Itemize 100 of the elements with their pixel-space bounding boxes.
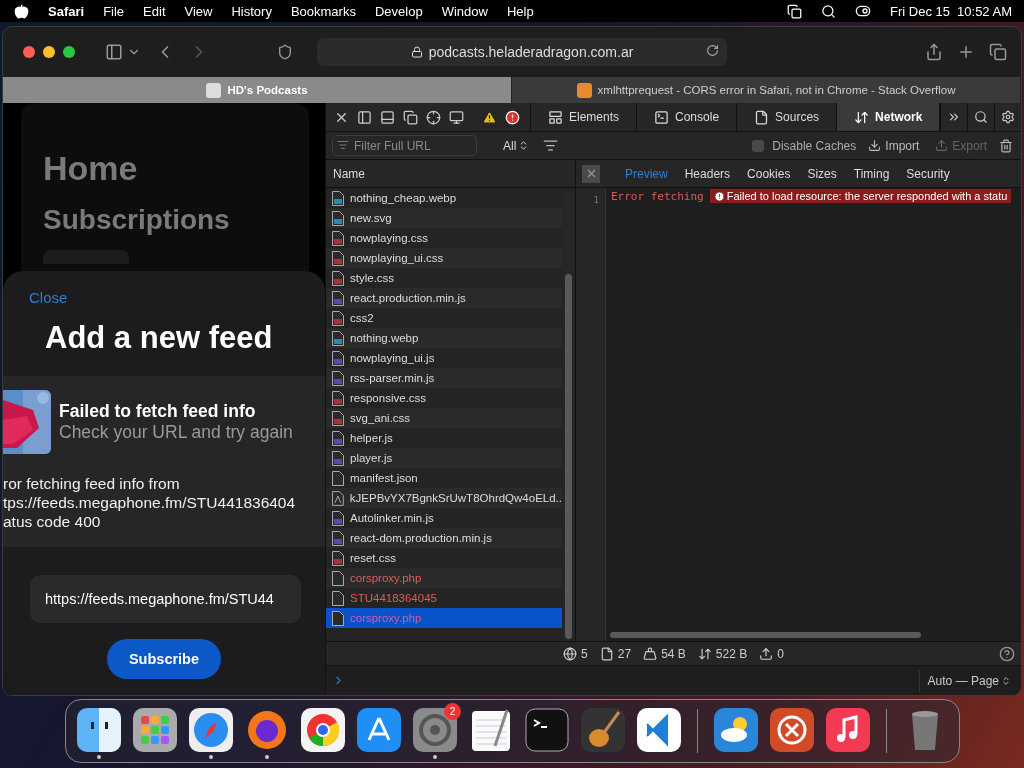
file-icon <box>332 470 344 486</box>
menu-item[interactable]: Edit <box>143 3 166 19</box>
windows-icon[interactable] <box>787 3 803 19</box>
grid-icon[interactable] <box>133 707 177 752</box>
menu-time[interactable]: 10:52 AM <box>957 3 1012 19</box>
warning-icon[interactable] <box>482 109 497 125</box>
menu-item[interactable]: Help <box>506 3 534 19</box>
updown-icon <box>1001 675 1011 686</box>
dock-bottom-icon[interactable] <box>380 109 395 125</box>
transferred-size: 54 B <box>661 646 686 661</box>
resource-row[interactable]: rss-parser.min.js <box>326 368 562 388</box>
search-icon[interactable] <box>974 110 989 124</box>
import-button[interactable]: Import <box>864 138 924 153</box>
new-tab-icon[interactable] <box>957 43 975 61</box>
menu-item[interactable]: Safari <box>48 3 85 19</box>
error-icon[interactable] <box>505 109 520 125</box>
split-face-icon[interactable] <box>77 707 121 752</box>
detail-tab[interactable]: Sizes <box>807 166 837 181</box>
detail-tab[interactable]: Headers <box>684 166 731 181</box>
address-text: podcasts.heladeradragon.com.ar <box>428 44 634 60</box>
detail-tab[interactable]: Security <box>906 166 950 181</box>
resource-row[interactable]: svg_ani.css <box>326 408 562 428</box>
image-file-icon <box>332 210 344 226</box>
ring-icon[interactable] <box>301 707 345 752</box>
scrollbar-thumb[interactable] <box>610 632 921 638</box>
url-field[interactable]: https://feeds.megaphone.fm/STU44 <box>30 575 301 623</box>
close-link[interactable]: Close <box>29 289 325 306</box>
resource-row[interactable]: new.svg <box>326 208 562 228</box>
menu-item[interactable]: View <box>184 3 213 19</box>
filter-field[interactable]: Filter Full URL <box>332 135 477 156</box>
search-icon[interactable] <box>821 3 837 19</box>
detail-tab[interactable]: Cookies <box>747 166 791 181</box>
trash-icon[interactable] <box>999 138 1013 153</box>
crosshair-icon[interactable] <box>426 109 441 125</box>
terminal-icon[interactable] <box>525 707 569 752</box>
menu-date[interactable]: Fri Dec 15 <box>890 3 951 19</box>
resource-row[interactable]: corsproxy.php <box>326 568 562 588</box>
menu-item[interactable]: Window <box>441 3 488 19</box>
resource-row[interactable]: nowplaying_ui.css <box>326 248 562 268</box>
checkbox[interactable] <box>752 139 765 152</box>
resource-row[interactable]: kJEPBvYX7BgnkSrUwT8OhrdQw4oELd.. <box>326 488 562 508</box>
resource-row[interactable]: react-dom.production.min.js <box>326 528 562 548</box>
section-heading: Subscriptions <box>43 204 231 236</box>
menu-item[interactable]: Develop <box>374 3 423 19</box>
context-select[interactable]: Auto — Page <box>918 669 1015 692</box>
menu-item[interactable]: Bookmarks <box>290 3 356 19</box>
menu-item[interactable]: History <box>231 3 272 19</box>
apple-icon[interactable] <box>14 3 29 19</box>
devtools-tab[interactable]: Console <box>637 103 738 131</box>
file-name: rss-parser.min.js <box>350 372 435 384</box>
cloud-icon[interactable] <box>714 707 758 752</box>
notepad-icon[interactable] <box>469 707 513 752</box>
filter-options-icon[interactable] <box>543 138 559 153</box>
file-name: nothing_cheap.webp <box>350 192 457 204</box>
scrollbar-thumb[interactable] <box>565 274 572 639</box>
zoom-button[interactable] <box>63 46 75 58</box>
address-field[interactable]: podcasts.heladeradragon.com.ar <box>317 38 727 66</box>
devtools-tab[interactable]: Elements <box>531 103 638 131</box>
ribbon-icon[interactable] <box>637 707 681 752</box>
gear-icon[interactable] <box>413 707 457 752</box>
code-text: Error fetching <box>611 189 704 203</box>
reload-icon[interactable] <box>706 44 719 57</box>
share-icon[interactable] <box>925 43 943 61</box>
shield-icon[interactable] <box>277 44 293 60</box>
line-number: 1 <box>593 195 599 205</box>
music-note-icon[interactable] <box>826 707 870 752</box>
guitar-icon[interactable] <box>581 707 625 752</box>
menu-item[interactable]: File <box>103 3 125 19</box>
settings-icon[interactable] <box>1001 110 1016 124</box>
minimize-button[interactable] <box>43 46 55 58</box>
download-icon <box>868 139 882 152</box>
file-name: nowplaying_ui.js <box>350 352 435 364</box>
control-center-icon[interactable] <box>855 3 872 19</box>
resource-row[interactable]: player.js <box>326 448 562 468</box>
detail-tab[interactable]: Preview <box>625 166 668 181</box>
close-button[interactable] <box>23 46 35 58</box>
detail-tab[interactable]: Timing <box>853 166 890 181</box>
resource-size: 522 B <box>715 646 748 661</box>
sheet-title: Add a new feed <box>45 320 274 356</box>
file-name: style.css <box>350 272 395 284</box>
detach-icon[interactable] <box>403 109 418 125</box>
domain-count: 5 <box>581 646 588 661</box>
sidebar-icon[interactable] <box>105 43 123 61</box>
notification-badge: 2 <box>444 703 461 720</box>
monitor-icon[interactable] <box>449 109 464 125</box>
file-icon <box>332 590 344 606</box>
css-file-icon <box>332 550 344 566</box>
font-file-icon <box>332 490 344 506</box>
type-select[interactable]: All <box>497 137 536 154</box>
file-name: kJEPBvYX7BgnkSrUwT8OhrdQw4oELd.. <box>349 492 562 504</box>
compass-icon[interactable] <box>189 707 233 752</box>
resource-row[interactable]: nothing.webp <box>326 328 562 348</box>
dock-side-icon[interactable] <box>357 109 372 125</box>
subscribe-button[interactable]: Subscribe <box>107 639 221 679</box>
tabs-overview-icon[interactable] <box>989 43 1007 61</box>
resource-row[interactable]: react.production.min.js <box>326 288 562 308</box>
devtools-tab[interactable]: Network <box>837 103 941 131</box>
file-name: react.production.min.js <box>350 292 466 304</box>
close-detail-button[interactable] <box>582 164 600 183</box>
help-icon[interactable] <box>999 646 1015 662</box>
